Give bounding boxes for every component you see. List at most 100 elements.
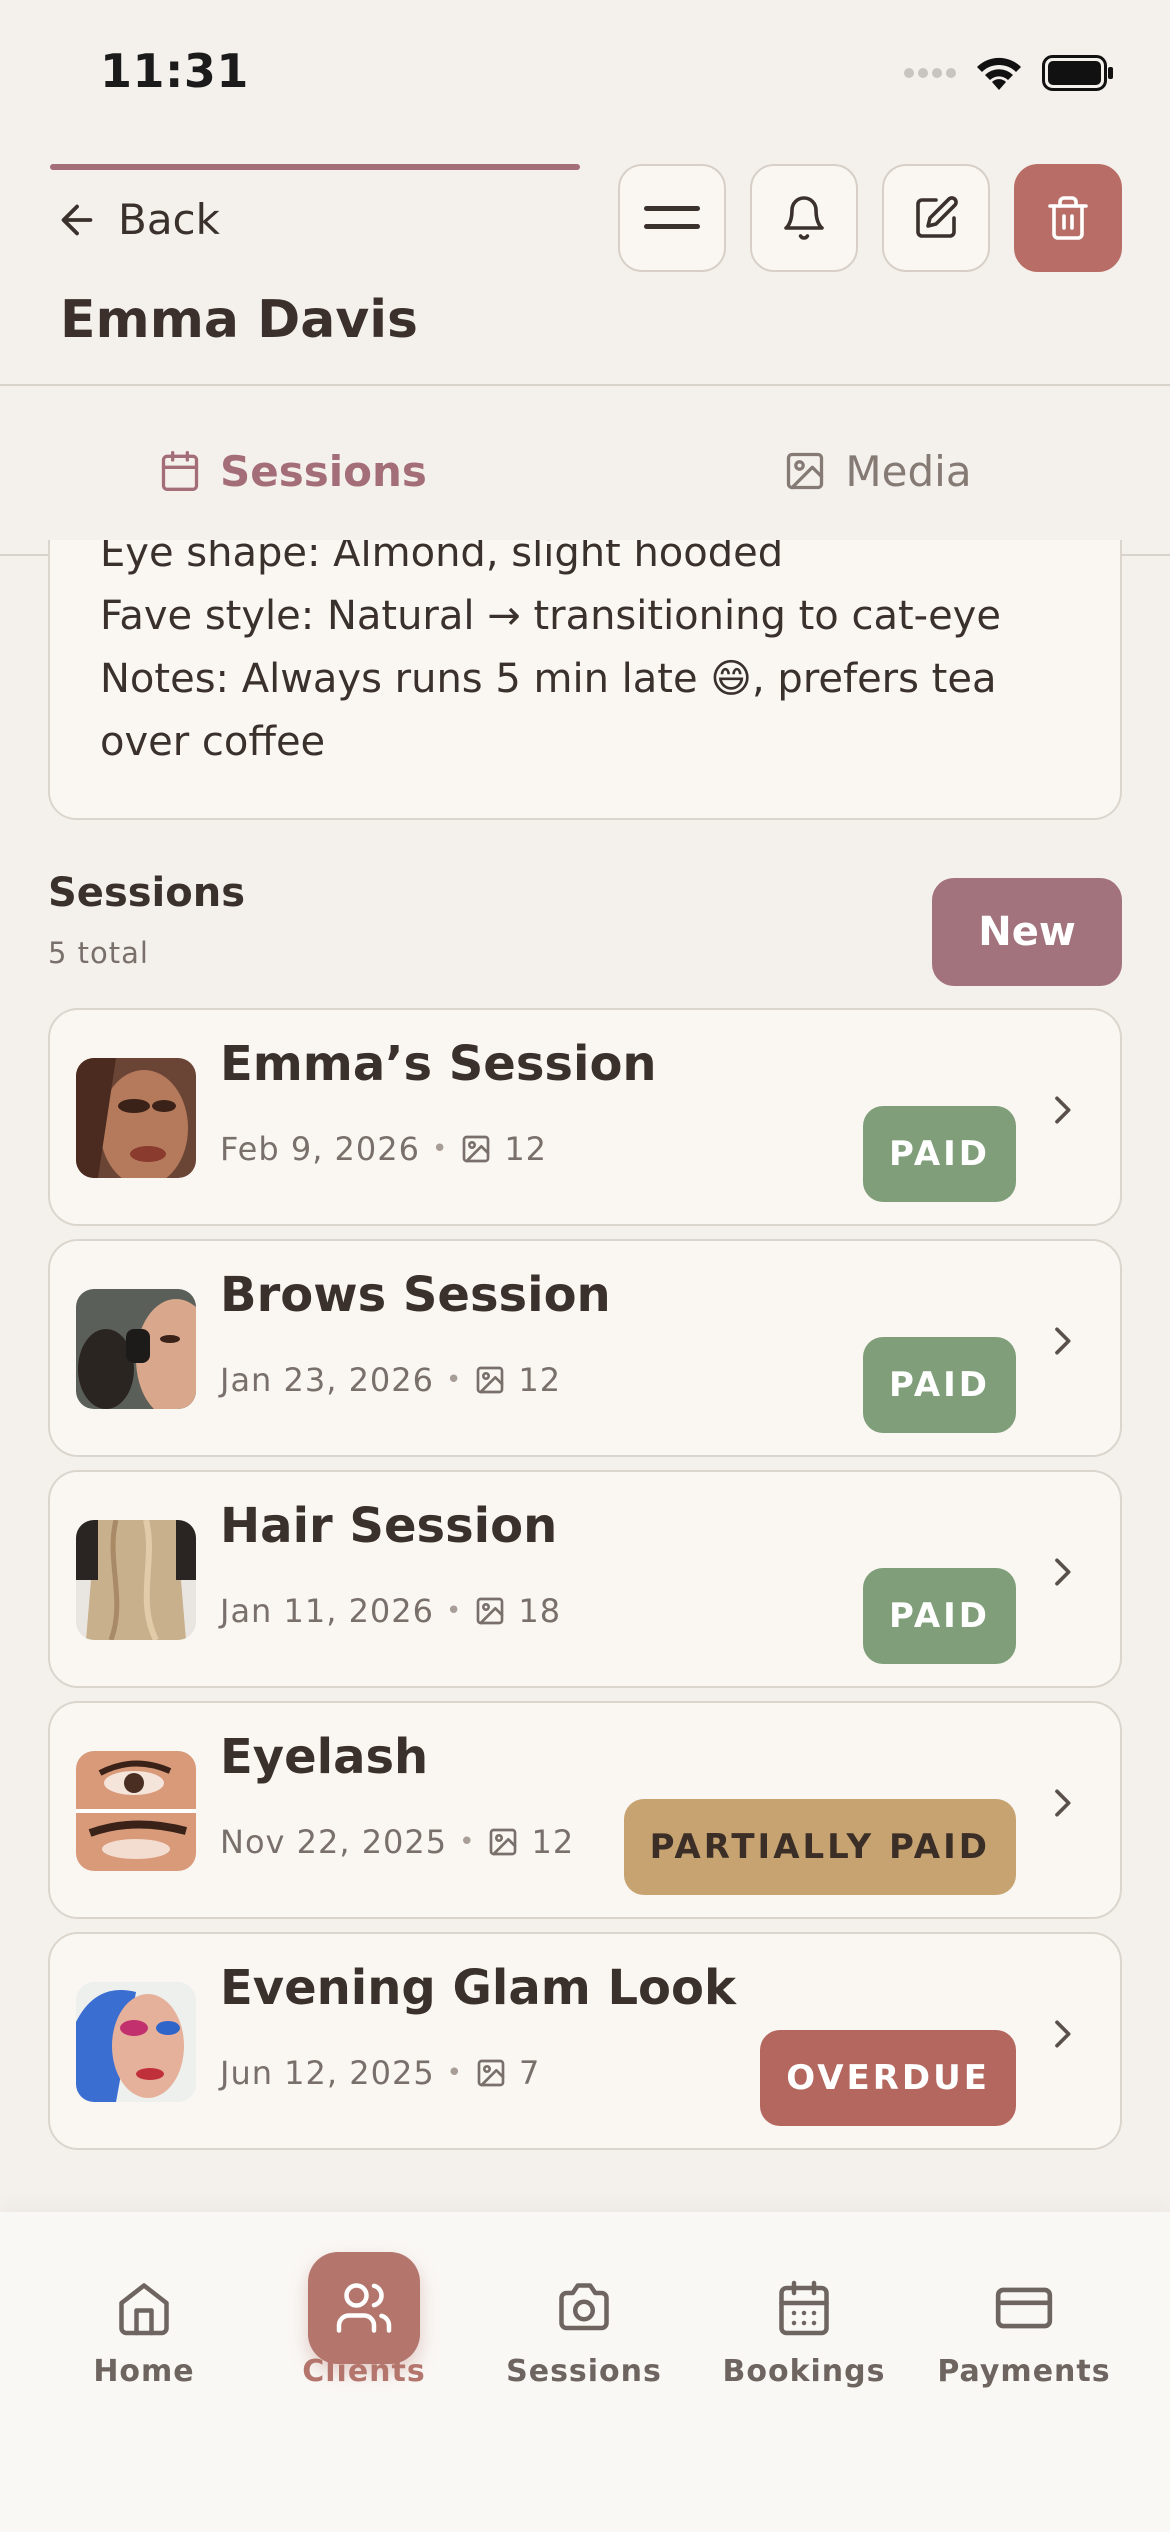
session-meta: Jun 12, 2025 • 7 xyxy=(220,2054,540,2092)
separator-dot: • xyxy=(446,1365,463,1395)
bell-icon xyxy=(784,196,824,240)
chevron-right-icon xyxy=(1055,1558,1071,1586)
camera-icon xyxy=(559,2283,609,2331)
home-icon xyxy=(119,2283,169,2336)
image-icon xyxy=(462,1135,490,1163)
arrow-left-icon xyxy=(61,204,93,235)
session-media-count: 12 xyxy=(504,1130,548,1168)
nav-item-home[interactable]: Home xyxy=(34,2252,254,2389)
tab-active-indicator xyxy=(50,164,580,170)
nav-label: Home xyxy=(93,2354,195,2389)
session-card[interactable]: Emma’s Session Feb 9, 2026 • 12 PAID xyxy=(48,1008,1122,1226)
tab-sessions[interactable]: Sessions xyxy=(0,388,585,554)
notes-line: Eye shape: Almond, slight hooded xyxy=(100,540,784,576)
nav-label: Sessions xyxy=(506,2354,662,2389)
nav-item-clients[interactable]: Clients xyxy=(254,2252,474,2389)
back-label: Back xyxy=(118,195,220,244)
image-icon xyxy=(477,1597,504,1625)
menu-button[interactable] xyxy=(618,164,726,272)
calendar-icon xyxy=(779,2280,829,2336)
notes-line: Notes: Always runs 5 min late 😄, prefers… xyxy=(100,656,997,702)
nav-icon-wrap xyxy=(88,2252,200,2364)
status-icons xyxy=(904,54,1114,92)
session-media-count: 18 xyxy=(518,1592,562,1630)
tab-media-label: Media xyxy=(845,446,972,496)
session-name: Eyelash xyxy=(220,1729,429,1785)
session-name: Evening Glam Look xyxy=(220,1960,736,2016)
chevron-right-icon xyxy=(1055,1789,1071,1817)
session-meta: Nov 22, 2025 • 12 xyxy=(220,1823,574,1861)
session-thumbnail xyxy=(76,1289,196,1409)
nav-item-payments[interactable]: Payments xyxy=(914,2252,1134,2389)
status-bar: 11:31 xyxy=(0,0,1170,150)
battery-icon xyxy=(1042,55,1113,91)
image-icon xyxy=(477,1366,504,1394)
nav-label: Payments xyxy=(937,2354,1111,2389)
status-time: 11:31 xyxy=(100,44,249,98)
status-badge: PAID xyxy=(863,1568,1016,1664)
menu-icon xyxy=(644,206,700,229)
nav-icon-wrap xyxy=(528,2252,640,2364)
session-name: Brows Session xyxy=(220,1267,611,1323)
notes-line: Fave style: Natural → transitioning to c… xyxy=(100,593,1001,639)
nav-icon-wrap xyxy=(748,2252,860,2364)
image-icon xyxy=(490,1828,517,1856)
session-name: Hair Session xyxy=(220,1498,558,1554)
session-card[interactable]: Brows Session Jan 23, 2026 • 12 PAID xyxy=(48,1239,1122,1457)
wifi-icon xyxy=(977,57,1021,90)
status-badge: PAID xyxy=(863,1106,1016,1202)
delete-button[interactable] xyxy=(1014,164,1122,272)
session-card[interactable]: Evening Glam Look Jun 12, 2025 • 7 OVERD… xyxy=(48,1932,1122,2150)
session-thumbnail xyxy=(76,1751,196,1871)
nav-item-bookings[interactable]: Bookings xyxy=(694,2252,914,2389)
status-badge: PARTIALLY PAID xyxy=(623,1799,1016,1895)
bottom-nav: Home Clients Sessions Bookings Payments xyxy=(0,2212,1170,2532)
status-badge: PAID xyxy=(863,1337,1016,1433)
session-thumbnail xyxy=(76,1520,196,1640)
chevron-right-icon xyxy=(1055,1327,1071,1355)
new-session-button[interactable]: New xyxy=(932,878,1122,986)
image-icon xyxy=(477,2059,505,2087)
session-name: Emma’s Session xyxy=(220,1036,657,1092)
client-notes-card: Eye shape: Almond, slight hooded Fave st… xyxy=(48,540,1122,820)
notifications-button[interactable] xyxy=(750,164,858,272)
tab-media[interactable]: Media xyxy=(585,388,1170,554)
session-date: Nov 22, 2025 xyxy=(220,1823,448,1861)
cellular-signal-icon xyxy=(904,68,956,78)
client-name: Emma Davis xyxy=(60,290,419,350)
edit-icon xyxy=(916,196,958,238)
session-media-count: 7 xyxy=(519,2054,541,2092)
separator-dot: • xyxy=(446,1596,463,1626)
client-notes: Eye shape: Almond, slight hooded Fave st… xyxy=(100,540,1090,774)
nav-label: Clients xyxy=(302,2354,426,2389)
session-card[interactable]: Eyelash Nov 22, 2025 • 12 PARTIALLY PAID xyxy=(48,1701,1122,1919)
trash-icon xyxy=(1048,196,1088,240)
session-date: Feb 9, 2026 xyxy=(220,1130,420,1168)
session-meta: Feb 9, 2026 • 12 xyxy=(220,1130,547,1168)
session-thumbnail xyxy=(76,1058,196,1178)
separator-dot: • xyxy=(459,1827,476,1857)
image-icon xyxy=(787,452,824,490)
separator-dot: • xyxy=(446,2058,464,2088)
sessions-title: Sessions xyxy=(48,870,246,916)
session-date: Jan 11, 2026 xyxy=(220,1592,434,1630)
separator-dot: • xyxy=(431,1134,449,1164)
session-meta: Jan 11, 2026 • 18 xyxy=(220,1592,561,1630)
nav-icon-wrap xyxy=(968,2252,1080,2364)
edit-button[interactable] xyxy=(882,164,990,272)
back-button[interactable]: Back xyxy=(54,195,220,244)
session-date: Jun 12, 2025 xyxy=(220,2054,435,2092)
session-media-count: 12 xyxy=(518,1361,562,1399)
session-thumbnail xyxy=(76,1982,196,2102)
session-media-count: 12 xyxy=(531,1823,575,1861)
session-date: Jan 23, 2026 xyxy=(220,1361,434,1399)
status-badge: OVERDUE xyxy=(760,2030,1016,2126)
sessions-count: 5 total xyxy=(48,936,149,970)
credit-card-icon xyxy=(995,2287,1053,2329)
calendar-icon xyxy=(161,451,199,491)
tab-bar: Sessions Media xyxy=(0,388,1170,556)
nav-label: Bookings xyxy=(722,2354,886,2389)
nav-item-sessions[interactable]: Sessions xyxy=(474,2252,694,2389)
session-card[interactable]: Hair Session Jan 11, 2026 • 18 PAID xyxy=(48,1470,1122,1688)
header: Back Emma Davis xyxy=(0,150,1170,386)
